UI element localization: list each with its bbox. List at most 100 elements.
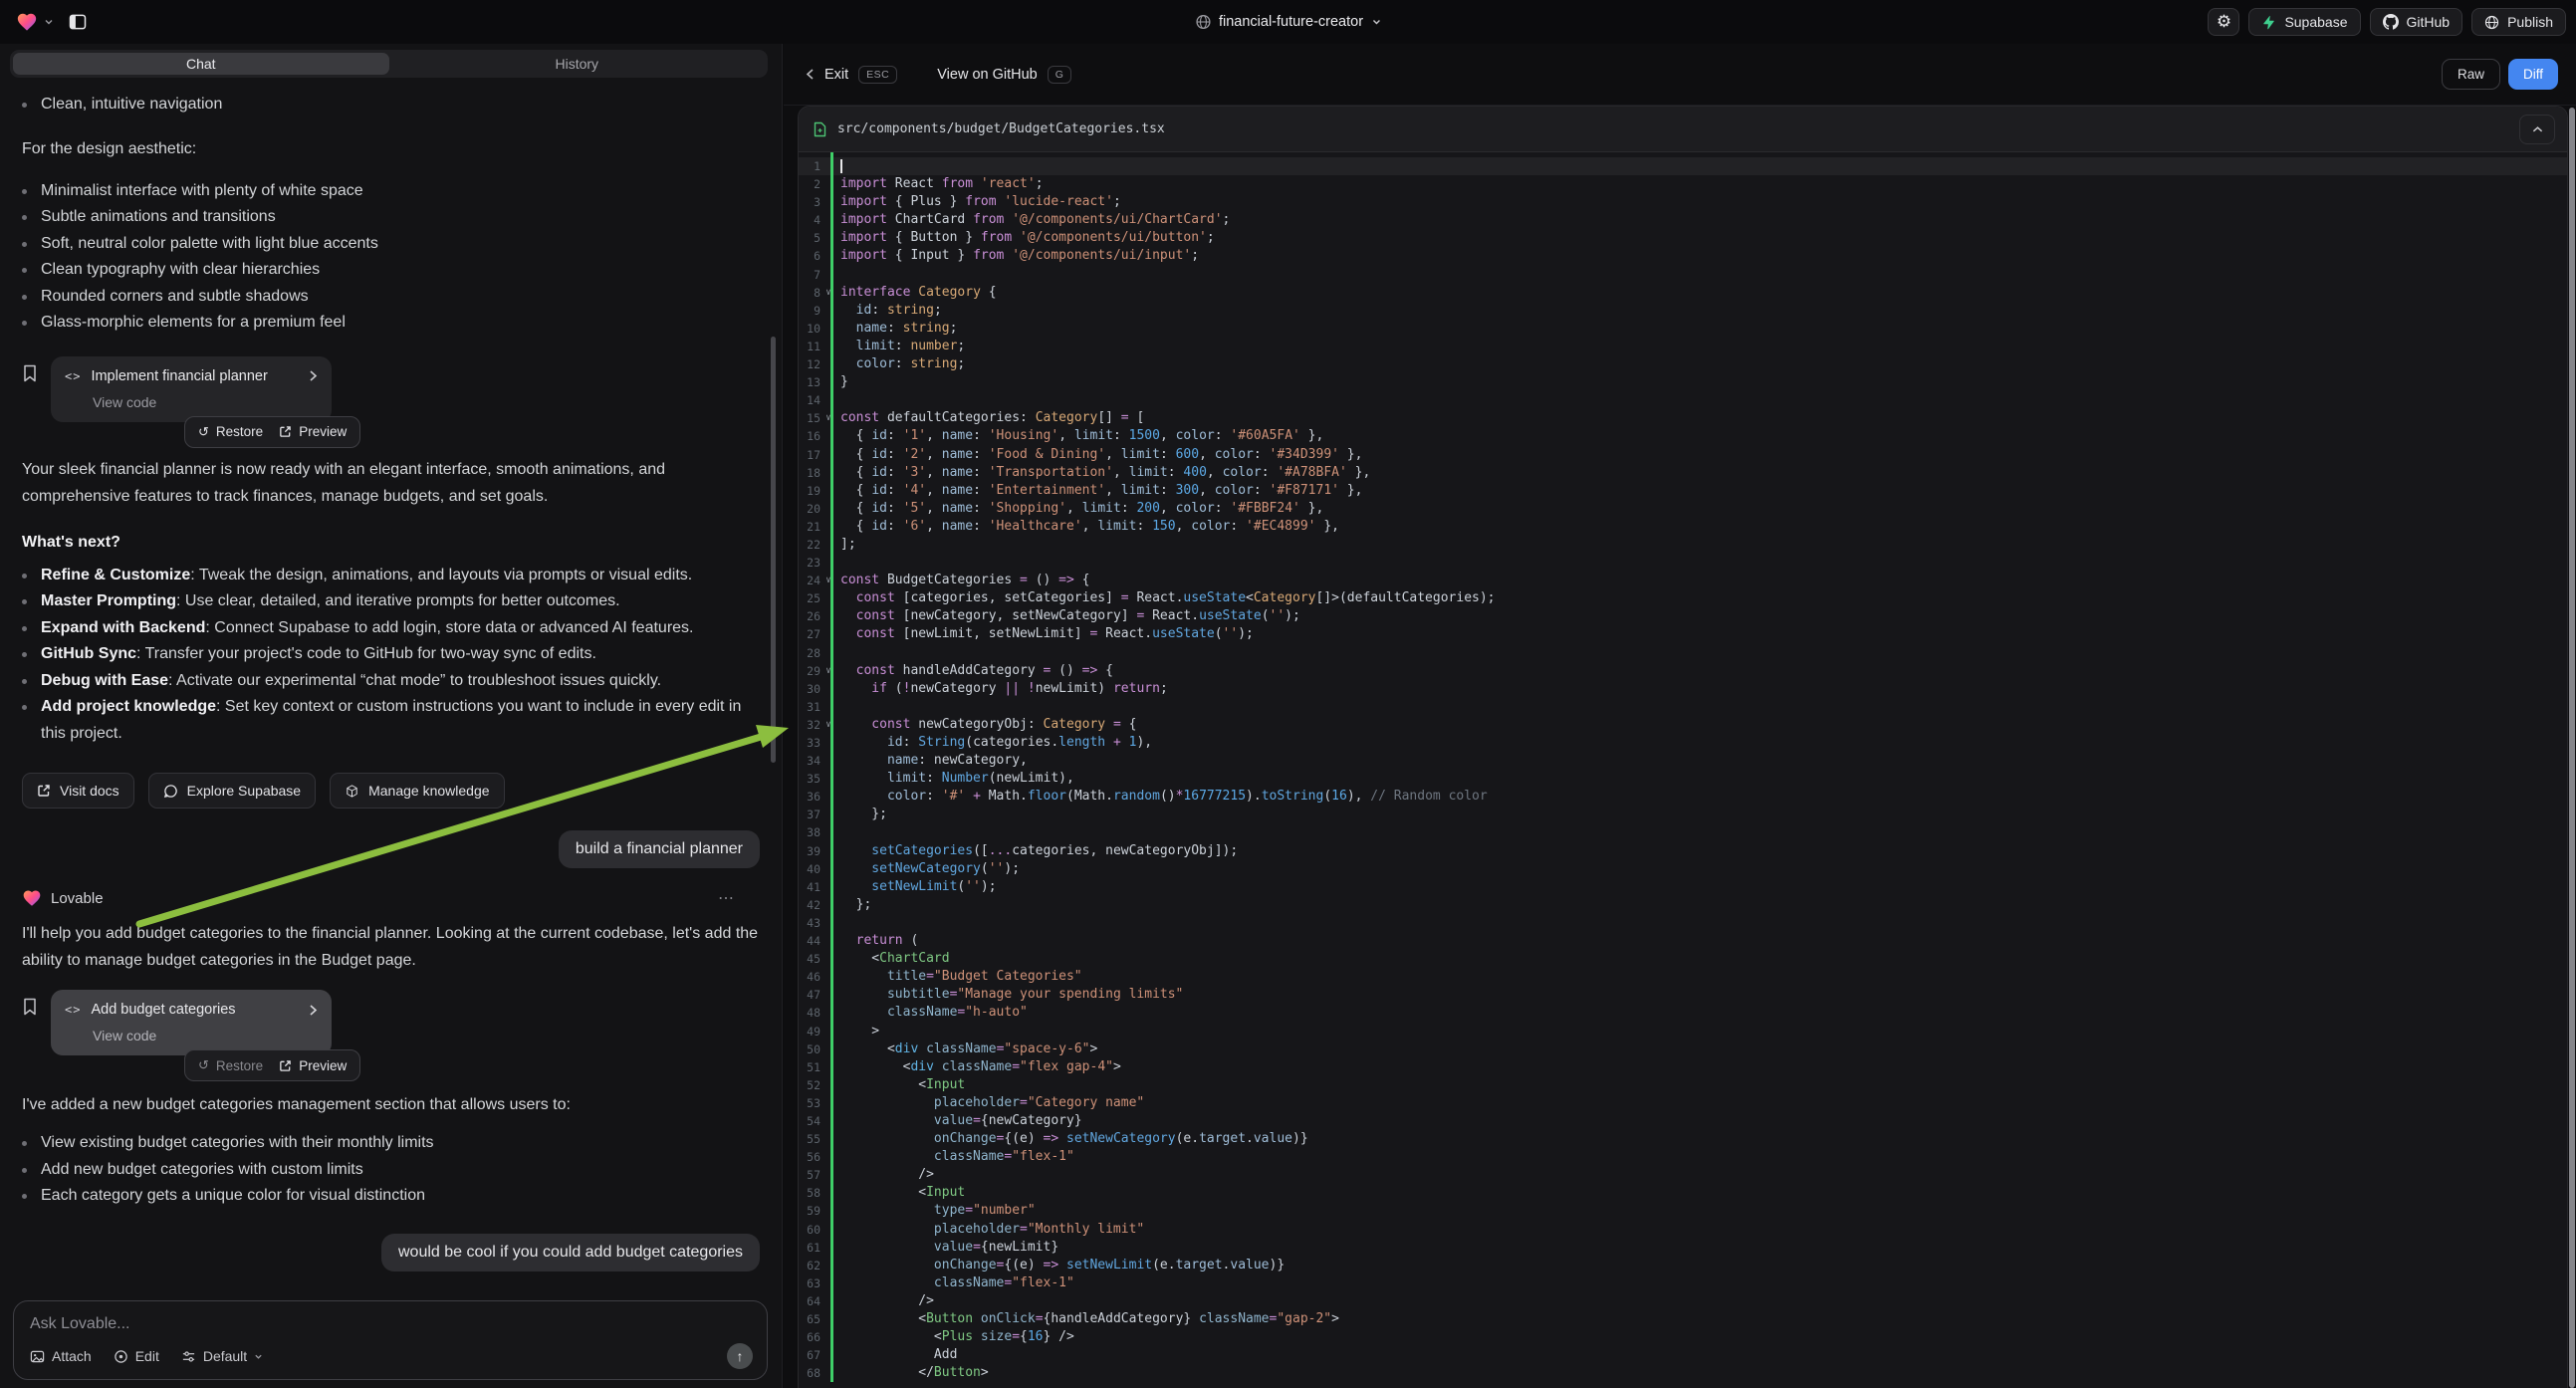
preview-button[interactable]: Preview bbox=[279, 1058, 347, 1073]
code-line: 53 placeholder="Category name" bbox=[799, 1094, 2567, 1112]
fold-gutter bbox=[820, 860, 836, 878]
fold-gutter bbox=[820, 932, 836, 950]
raw-toggle-button[interactable]: Raw bbox=[2442, 59, 2500, 90]
bullet-dot-icon bbox=[22, 705, 27, 710]
message-menu-icon[interactable]: ⋯ bbox=[718, 888, 736, 908]
top-header: financial-future-creator ⚙ Supabase GitH… bbox=[0, 0, 2576, 44]
chevron-right-icon[interactable] bbox=[309, 369, 318, 382]
added-bullet-list: View existing budget categories with the… bbox=[22, 1130, 760, 1210]
file-header[interactable]: src/components/budget/BudgetCategories.t… bbox=[799, 107, 2567, 152]
fold-chevron-icon[interactable]: ∨ bbox=[820, 284, 836, 302]
chat-history-tabs: Chat History bbox=[10, 50, 768, 78]
version-card-add-budget-categories[interactable]: <> Add budget categories View code ↺ Res… bbox=[51, 990, 332, 1055]
code-scrollbar[interactable] bbox=[2569, 108, 2575, 1388]
fold-gutter bbox=[820, 1202, 836, 1220]
fold-gutter bbox=[820, 302, 836, 320]
restore-button[interactable]: ↺ Restore bbox=[198, 1057, 263, 1073]
chevron-down-icon[interactable] bbox=[1371, 17, 1381, 27]
manage-knowledge-button[interactable]: Manage knowledge bbox=[330, 773, 504, 809]
chat-scrollbar[interactable] bbox=[771, 337, 776, 763]
code-view-panel: Exit ESC View on GitHub G Raw Diff src/c… bbox=[784, 44, 2576, 1388]
list-item: Subtle animations and transitions bbox=[22, 204, 760, 231]
supabase-button[interactable]: Supabase bbox=[2248, 8, 2360, 36]
explore-supabase-button[interactable]: Explore Supabase bbox=[148, 773, 316, 809]
send-button[interactable]: ↑ bbox=[727, 1343, 753, 1369]
bullet-dot-icon bbox=[22, 321, 27, 326]
visit-docs-button[interactable]: Visit docs bbox=[22, 773, 134, 809]
tab-history[interactable]: History bbox=[389, 53, 766, 75]
fold-gutter bbox=[820, 625, 836, 643]
bullet-dot-icon bbox=[22, 242, 27, 247]
code-line: 7 bbox=[799, 266, 2567, 284]
view-on-github-button[interactable]: View on GitHub G bbox=[937, 66, 1071, 84]
code-line: 66 <Plus size={16} /> bbox=[799, 1328, 2567, 1346]
file-diff-card: src/components/budget/BudgetCategories.t… bbox=[798, 106, 2568, 1388]
code-line: 62 onChange={(e) => setNewLimit(e.target… bbox=[799, 1257, 2567, 1274]
list-item: Each category gets a unique color for vi… bbox=[22, 1183, 760, 1210]
chat-panel: Chat History Clean, intuitive navigation… bbox=[0, 44, 783, 1388]
fold-gutter bbox=[820, 589, 836, 607]
user-message-bubble: would be cool if you could add budget ca… bbox=[381, 1234, 760, 1272]
fold-chevron-icon[interactable]: ∨ bbox=[820, 409, 836, 427]
file-path: src/components/budget/BudgetCategories.t… bbox=[837, 121, 2508, 136]
edit-button[interactable]: Edit bbox=[114, 1348, 159, 1364]
code-line: 52 <Input bbox=[799, 1076, 2567, 1094]
restore-button[interactable]: ↺ Restore bbox=[198, 424, 263, 440]
diff-added-gutter-bar bbox=[830, 152, 833, 1382]
code-line: 43 bbox=[799, 914, 2567, 932]
code-line: 17 { id: '2', name: 'Food & Dining', lim… bbox=[799, 446, 2567, 464]
collapse-file-button[interactable] bbox=[2519, 115, 2555, 144]
version-card-title: Add budget categories bbox=[91, 1002, 299, 1018]
code-line: 55 onChange={(e) => setNewCategory(e.tar… bbox=[799, 1130, 2567, 1148]
preview-button[interactable]: Preview bbox=[279, 424, 347, 439]
attach-button[interactable]: Attach bbox=[30, 1348, 92, 1364]
view-code-link[interactable]: View code bbox=[93, 1028, 318, 1043]
chat-bubble-icon bbox=[163, 784, 178, 799]
code-editor[interactable]: 12import React from 'react';3import { Pl… bbox=[799, 152, 2567, 1382]
supabase-bolt-icon bbox=[2261, 15, 2276, 30]
github-button[interactable]: GitHub bbox=[2370, 8, 2463, 36]
view-code-link[interactable]: View code bbox=[93, 394, 318, 410]
version-card-toolbar: ↺ Restore Preview bbox=[184, 1049, 360, 1081]
bookmark-icon[interactable] bbox=[22, 364, 38, 422]
github-label: GitHub bbox=[2407, 14, 2451, 30]
prompt-input[interactable]: Ask Lovable... bbox=[30, 1315, 751, 1333]
bookmark-icon[interactable] bbox=[22, 998, 38, 1055]
diff-toggle-button[interactable]: Diff bbox=[2508, 59, 2558, 90]
code-line: 49 > bbox=[799, 1023, 2567, 1041]
chat-messages[interactable]: Clean, intuitive navigation For the desi… bbox=[0, 84, 782, 1292]
fold-chevron-icon[interactable]: ∨ bbox=[820, 716, 836, 734]
code-line: 22]; bbox=[799, 536, 2567, 554]
gear-icon: ⚙ bbox=[2217, 12, 2231, 32]
code-line: 32∨ const newCategoryObj: Category = { bbox=[799, 716, 2567, 734]
code-line: 14 bbox=[799, 391, 2567, 409]
code-line: 25 const [categories, setCategories] = R… bbox=[799, 589, 2567, 607]
project-globe-icon bbox=[1195, 14, 1211, 30]
model-selector[interactable]: Default bbox=[181, 1348, 263, 1364]
fold-gutter bbox=[820, 878, 836, 896]
fold-gutter bbox=[820, 644, 836, 662]
chevron-right-icon[interactable] bbox=[309, 1004, 318, 1017]
settings-button[interactable]: ⚙ bbox=[2208, 8, 2239, 36]
code-line: 64 /> bbox=[799, 1292, 2567, 1310]
tab-chat[interactable]: Chat bbox=[13, 53, 389, 75]
fold-chevron-icon[interactable]: ∨ bbox=[820, 572, 836, 589]
code-line: 19 { id: '4', name: 'Entertainment', lim… bbox=[799, 482, 2567, 500]
fold-gutter bbox=[820, 1166, 836, 1184]
code-line: 18 { id: '3', name: 'Transportation', li… bbox=[799, 464, 2567, 482]
fold-gutter bbox=[820, 823, 836, 841]
fold-gutter bbox=[820, 211, 836, 229]
exit-button[interactable]: Exit ESC bbox=[806, 66, 897, 84]
code-line: 36 color: '#' + Math.floor(Math.random()… bbox=[799, 788, 2567, 806]
fold-gutter bbox=[820, 1239, 836, 1257]
panel-left-icon[interactable] bbox=[68, 12, 88, 32]
fold-chevron-icon[interactable]: ∨ bbox=[820, 662, 836, 680]
lovable-logo-heart-icon[interactable] bbox=[16, 11, 38, 33]
project-title[interactable]: financial-future-creator bbox=[1219, 14, 1363, 30]
chevron-down-icon[interactable] bbox=[44, 17, 54, 27]
version-card-implement-financial-planner[interactable]: <> Implement financial planner View code… bbox=[51, 356, 332, 422]
g-key-badge: G bbox=[1048, 66, 1072, 84]
code-line: 58 <Input bbox=[799, 1184, 2567, 1202]
prompt-input-box[interactable]: Ask Lovable... Attach Edit bbox=[13, 1300, 768, 1380]
publish-button[interactable]: Publish bbox=[2471, 8, 2566, 36]
